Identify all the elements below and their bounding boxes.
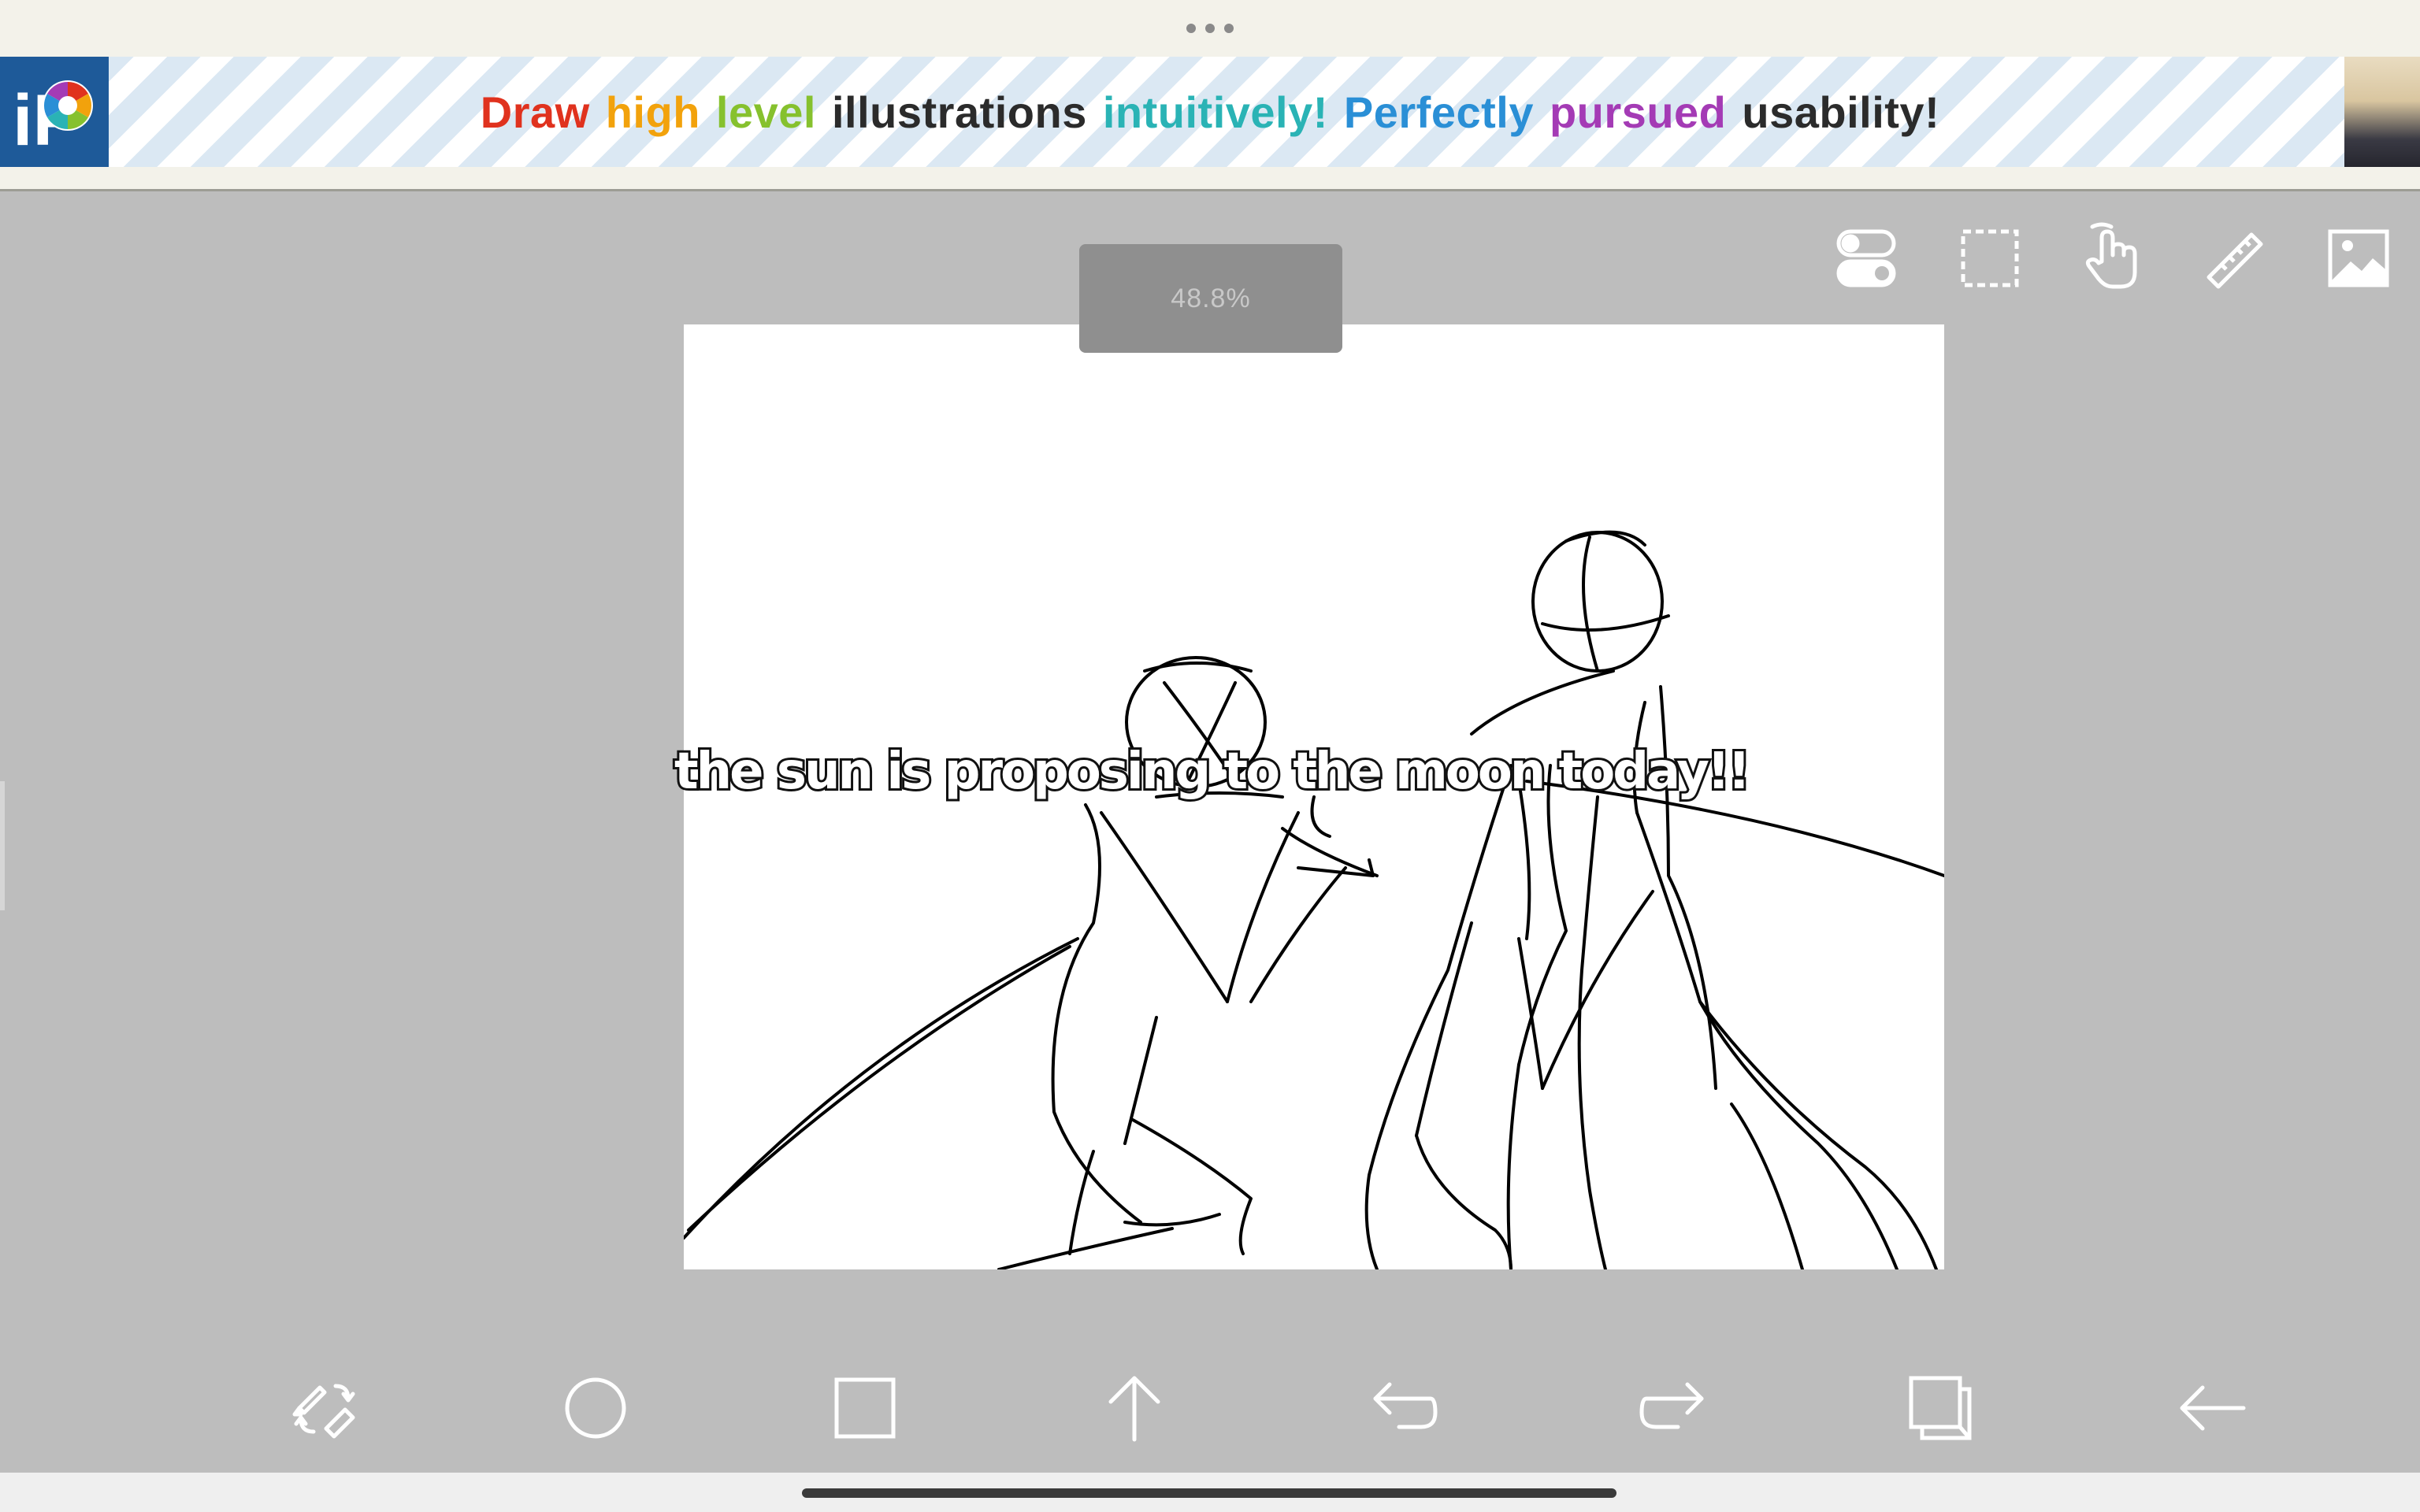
ad-word: Perfectly (1343, 87, 1534, 137)
toggle-icon[interactable] (1829, 220, 1905, 296)
ad-banner[interactable]: iP Draw high level illustrations intuiti… (0, 57, 2420, 167)
ruler-icon[interactable] (2198, 220, 2273, 296)
ad-word: pursued (1549, 87, 1727, 137)
ad-word: intuitively! (1102, 87, 1328, 137)
undo-icon[interactable] (1364, 1369, 1443, 1447)
ad-word: illustrations (831, 87, 1087, 137)
back-arrow-icon[interactable] (2173, 1369, 2251, 1447)
ad-word: Draw (480, 87, 590, 137)
brush-eraser-swap-icon[interactable] (285, 1369, 364, 1447)
ad-divider (0, 167, 2420, 191)
hand-icon[interactable] (2075, 220, 2151, 296)
selection-icon[interactable] (1952, 220, 2028, 296)
caption-overlay: the sun is proposing to the moon today!! (672, 740, 1753, 803)
ad-word: high (605, 87, 700, 137)
square-icon[interactable] (826, 1369, 904, 1447)
arrow-up-icon[interactable] (1095, 1369, 1174, 1447)
top-status-strip (0, 0, 2420, 57)
layers-icon[interactable] (1902, 1369, 1980, 1447)
bottom-toolbar (0, 1362, 2420, 1465)
ad-word: level (715, 87, 816, 137)
ad-headline: Draw high level illustrations intuitivel… (0, 57, 2420, 167)
home-indicator-area (0, 1473, 2420, 1512)
redo-icon[interactable] (1634, 1369, 1713, 1447)
image-icon[interactable] (2321, 220, 2396, 296)
drawing-workspace[interactable]: 48.8% the sun is proposing to the moon t… (0, 189, 2420, 1480)
home-indicator[interactable] (802, 1488, 1616, 1498)
circle-icon[interactable] (556, 1369, 635, 1447)
side-panel-handle[interactable] (0, 781, 5, 910)
ad-character-image (2344, 57, 2420, 167)
zoom-indicator: 48.8% (1079, 244, 1342, 353)
multitask-dots-icon[interactable] (1186, 22, 1234, 35)
ad-word: usability! (1742, 87, 1940, 137)
